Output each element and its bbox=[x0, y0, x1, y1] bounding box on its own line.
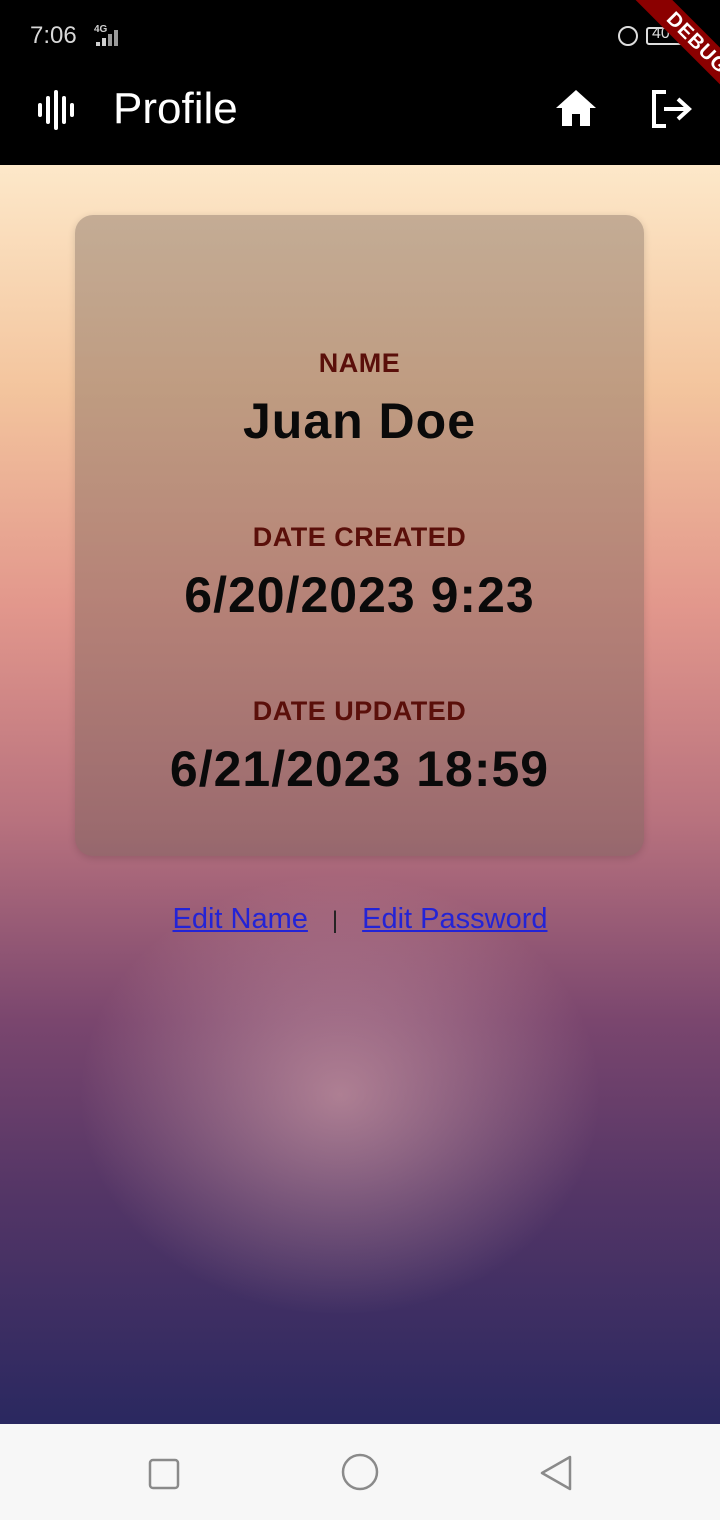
date-updated-value: 6/21/2023 18:59 bbox=[169, 741, 550, 797]
back-nav-button[interactable] bbox=[538, 1453, 574, 1493]
name-value: Juan Doe bbox=[242, 393, 477, 449]
logout-icon bbox=[652, 90, 692, 128]
system-nav-bar bbox=[0, 1424, 720, 1520]
logout-button[interactable] bbox=[648, 86, 696, 132]
audio-waveform-icon bbox=[36, 90, 76, 130]
square-icon bbox=[148, 1458, 180, 1490]
page-title: Profile bbox=[113, 84, 238, 133]
recent-apps-button[interactable] bbox=[146, 1456, 182, 1492]
home-nav-button[interactable] bbox=[339, 1451, 381, 1493]
profile-content: NAME Juan Doe DATE CREATED 6/20/2023 9:2… bbox=[0, 165, 720, 1424]
date-created-label: DATE CREATED bbox=[252, 522, 467, 552]
profile-actions: Edit Name | Edit Password bbox=[0, 903, 720, 936]
status-bar: 7:06 4G 40 bbox=[0, 0, 720, 72]
status-time: 7:06 bbox=[30, 22, 77, 49]
rotation-lock-icon bbox=[618, 26, 638, 46]
profile-card: NAME Juan Doe DATE CREATED 6/20/2023 9:2… bbox=[75, 215, 644, 856]
signal-icon bbox=[96, 30, 118, 46]
link-separator: | bbox=[331, 907, 339, 934]
triangle-back-icon bbox=[540, 1455, 572, 1491]
edit-password-link[interactable]: Edit Password bbox=[362, 903, 547, 935]
date-created-value: 6/20/2023 9:23 bbox=[184, 567, 535, 623]
app-bar bbox=[0, 72, 720, 165]
circle-icon bbox=[341, 1453, 379, 1491]
edit-name-link[interactable]: Edit Name bbox=[173, 903, 308, 935]
home-icon bbox=[556, 90, 596, 126]
date-updated-label: DATE UPDATED bbox=[252, 696, 467, 726]
home-button[interactable] bbox=[552, 86, 600, 132]
name-label: NAME bbox=[318, 348, 401, 378]
